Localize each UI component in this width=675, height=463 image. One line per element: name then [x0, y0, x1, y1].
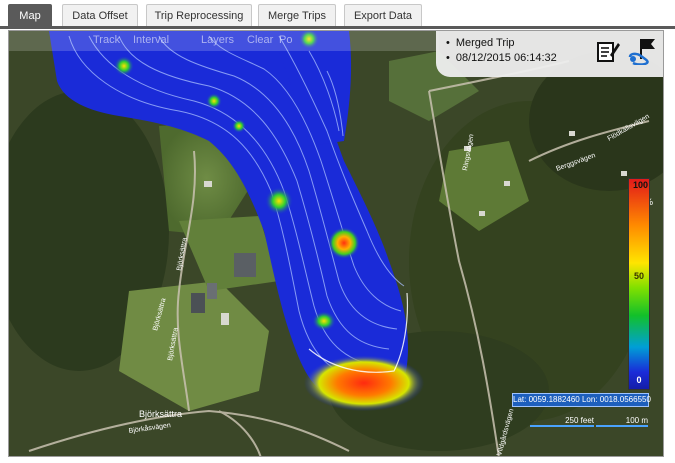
tab-bar: Map Data Offset Trip Reprocessing Merge …: [0, 0, 675, 29]
legend-max-label: 100: [633, 180, 649, 190]
coordinates-readout: Lat: 0059.1882460 Lon: 0018.0566550: [512, 393, 651, 407]
flag-icon[interactable]: [627, 37, 657, 65]
trip-title: Merged Trip: [446, 36, 557, 51]
legend-mid-label: 50: [633, 271, 644, 281]
tab-export-data[interactable]: Export Data: [344, 4, 422, 26]
map-tool-clear[interactable]: Clear: [247, 34, 273, 46]
edit-notes-icon[interactable]: [596, 39, 620, 63]
tab-underline: [0, 26, 675, 29]
town-label: Björksättra: [139, 409, 182, 419]
map-tool-track[interactable]: Track: [93, 34, 120, 46]
map-tool-interval[interactable]: Interval: [133, 34, 169, 46]
map-tool-layers[interactable]: Layers: [201, 34, 234, 46]
legend-min-label: 0: [636, 375, 642, 385]
scale-bar-feet: 250 feet: [530, 417, 594, 427]
tab-trip-reprocessing[interactable]: Trip Reprocessing: [146, 4, 252, 26]
trip-datetime: 08/12/2015 06:14:32: [446, 51, 557, 66]
tab-map[interactable]: Map: [8, 4, 52, 26]
map-tool-po[interactable]: Po: [279, 34, 292, 46]
color-legend: [628, 178, 650, 390]
trip-info-panel: Merged Trip 08/12/2015 06:14:32: [436, 31, 663, 77]
tab-data-offset[interactable]: Data Offset: [62, 4, 138, 26]
scale-bar-meters: 100 m: [596, 417, 648, 427]
map-toolbar: Track Interval Layers Clear Po: [9, 31, 439, 51]
tab-merge-trips[interactable]: Merge Trips: [258, 4, 336, 26]
